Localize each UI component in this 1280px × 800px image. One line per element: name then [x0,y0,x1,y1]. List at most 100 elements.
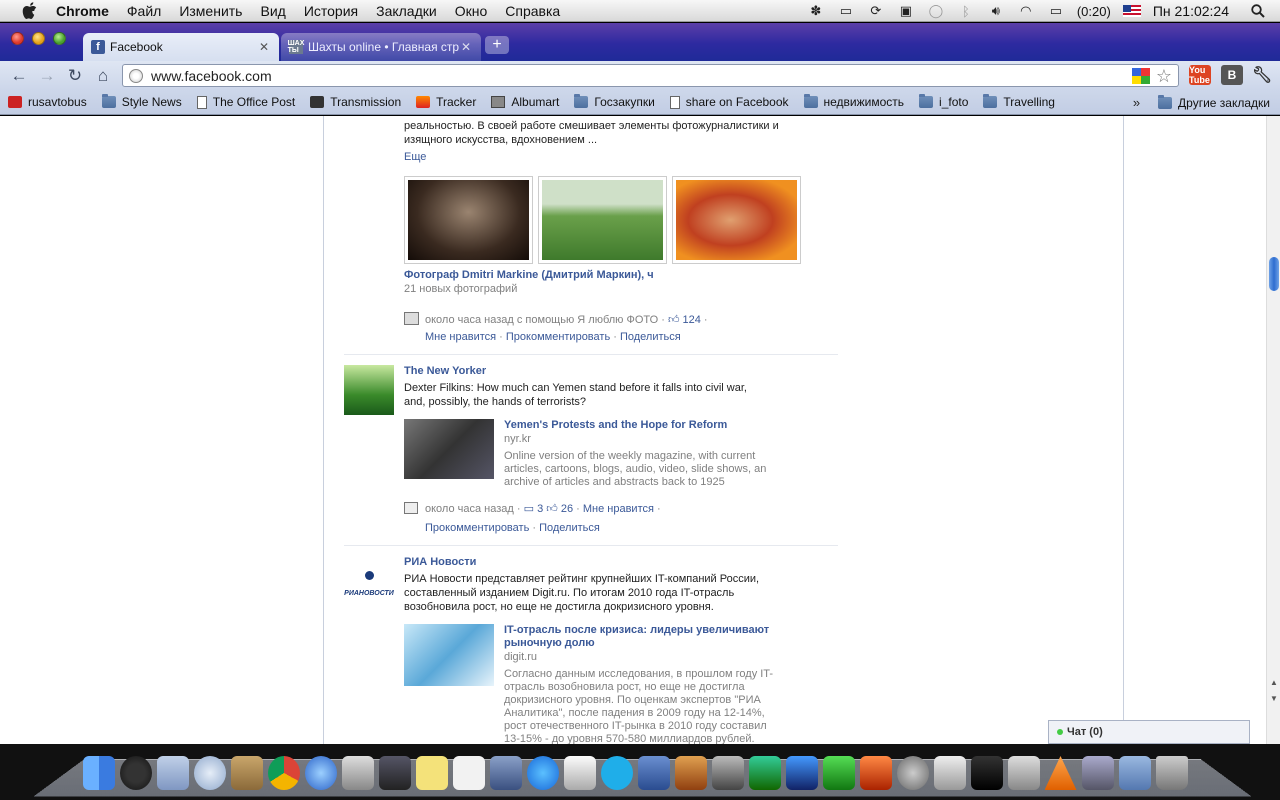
dashboard-icon[interactable] [120,756,152,790]
color-grid-extension-icon[interactable] [1132,68,1150,84]
close-tab-icon[interactable]: ✕ [257,40,271,54]
link-thumbnail[interactable] [404,419,494,479]
shared-link-title[interactable]: IT-отрасль после кризиса: лидеры увеличи… [504,624,769,650]
preview-icon[interactable] [342,756,374,790]
bookmark-albumart[interactable]: Albumart [483,90,566,115]
bookmark-travelling[interactable]: Travelling [975,90,1062,115]
home-button[interactable]: ⌂ [89,63,117,89]
keynote-icon[interactable] [675,756,707,790]
album-photo[interactable] [404,176,533,264]
page-scrollbar[interactable]: ▲ ▼ [1266,116,1280,744]
link-thumbnail[interactable] [404,624,494,686]
like-count[interactable]: 124 [683,314,701,326]
menu-file[interactable]: Файл [118,0,170,22]
scroll-up-arrow-icon[interactable]: ▲ [1269,678,1279,687]
shared-link-title[interactable]: Yemen's Protests and the Hope for Reform [504,419,727,431]
bookmarks-overflow-chevron-icon[interactable]: » [1133,95,1140,110]
trash-icon[interactable] [1156,756,1188,790]
sync-icon[interactable]: ⟳ [866,3,886,19]
battery-time[interactable]: (0:20) [1077,4,1111,19]
textedit-icon[interactable] [453,756,485,790]
like-count[interactable]: 26 [561,503,573,515]
front-row-icon[interactable] [564,756,596,790]
forward-button[interactable]: → [33,63,61,89]
itunes-icon[interactable] [305,756,337,790]
tab-facebook[interactable]: f Facebook ✕ [83,33,279,61]
bookmark-transmission[interactable]: Transmission [302,90,408,115]
share-link[interactable]: Поделиться [539,522,600,534]
scroll-down-arrow-icon[interactable]: ▼ [1269,694,1279,703]
scrollbar-thumb[interactable] [1269,257,1279,291]
skype-icon[interactable] [601,756,633,790]
vlc-icon[interactable] [1045,756,1077,790]
excel-icon[interactable] [823,756,855,790]
address-book-icon[interactable] [231,756,263,790]
documents-folder-icon[interactable] [1119,756,1151,790]
input-source-flag-icon[interactable] [1123,5,1141,17]
numbers-icon[interactable] [749,756,781,790]
quicktime-icon[interactable] [527,756,559,790]
paintbrush-icon[interactable] [712,756,744,790]
volume-icon[interactable]: 🔊︎ [986,3,1006,19]
share-link[interactable]: Поделиться [620,331,681,343]
bookmark-i-foto[interactable]: i_foto [911,90,975,115]
url-text[interactable]: www.facebook.com [151,68,1132,84]
stickies-icon[interactable] [416,756,448,790]
ria-novosti-avatar[interactable]: РИАНОВОСТИ [344,567,394,597]
battery-icon[interactable]: ▭ [1046,3,1066,19]
menu-window[interactable]: Окно [446,0,497,22]
post-timestamp[interactable]: около часа назад [425,503,514,515]
spotlight-search-icon[interactable] [1248,3,1268,19]
menu-history[interactable]: История [295,0,367,22]
tab-shakhty-online[interactable]: ШАХ ТЫ Шахты online • Главная стр ✕ [281,33,481,61]
bookmark-share-on-facebook[interactable]: share on Facebook [662,90,796,115]
utility-app-icon[interactable] [971,756,1003,790]
finder-icon[interactable] [83,756,115,790]
bookmark-style-news[interactable]: Style News [94,90,189,115]
post-timestamp[interactable]: около часа назад с помощью Я люблю ФОТО [425,314,658,326]
paw-icon[interactable]: ✽ [806,3,826,19]
chrome-icon[interactable] [268,756,300,790]
bookmark-nedvizhimost[interactable]: недвижимость [796,90,912,115]
album-photo[interactable] [538,176,667,264]
screen-sharing-icon[interactable] [1082,756,1114,790]
powerpoint-icon[interactable] [860,756,892,790]
wrench-menu-icon[interactable]: 🔧︎ [1251,65,1273,85]
bookmark-rusavtobus[interactable]: rusavtobus [0,90,94,115]
window-zoom-button[interactable] [53,32,66,45]
iphoto-icon[interactable] [379,756,411,790]
mail-icon[interactable] [194,756,226,790]
bookmark-goszakupki[interactable]: Госзакупки [566,90,661,115]
stamp-mail-icon[interactable] [157,756,189,790]
spaces-icon[interactable] [490,756,522,790]
like-link[interactable]: Мне нравится [425,331,496,343]
menu-chrome[interactable]: Chrome [50,0,118,22]
automator-icon[interactable] [638,756,670,790]
clock[interactable]: Пн 21:02:24 [1153,3,1229,19]
youtube-extension-icon[interactable]: You Tube [1189,65,1211,85]
back-button[interactable]: ← [5,63,33,89]
bluetooth-icon[interactable]: ᛒ [956,3,976,19]
dictionary-icon[interactable] [934,756,966,790]
menu-bookmarks[interactable]: Закладки [367,0,446,22]
album-title-link[interactable]: Фотограф Dmitri Markine (Дмитрий Маркин)… [404,269,654,281]
window-minimize-button[interactable] [32,32,45,45]
menu-help[interactable]: Справка [496,0,569,22]
comment-count[interactable]: 3 [537,503,543,515]
comment-link[interactable]: Прокомментировать [506,331,610,343]
reload-button[interactable]: ↻ [61,63,89,89]
close-tab-icon[interactable]: ✕ [459,40,473,54]
bookmark-star-icon[interactable]: ☆ [1155,68,1173,84]
chat-bar[interactable]: Чат (0) [1048,720,1250,744]
new-tab-button[interactable]: + [485,36,509,54]
chat-bubble-icon[interactable]: ◯ [926,3,946,19]
album-photo[interactable] [672,176,801,264]
vk-extension-icon[interactable]: B [1221,65,1243,85]
menu-view[interactable]: Вид [251,0,294,22]
app-status-icon[interactable]: ▣ [896,3,916,19]
menu-edit[interactable]: Изменить [170,0,251,22]
address-bar[interactable]: www.facebook.com ☆ [122,64,1179,87]
dvd-player-icon[interactable] [1008,756,1040,790]
see-more-link[interactable]: Еще [404,151,426,163]
window-close-button[interactable] [11,32,24,45]
